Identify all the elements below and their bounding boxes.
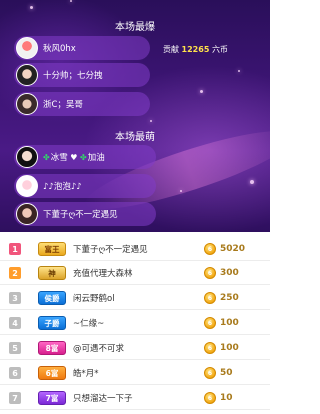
popular-user-2[interactable]: 十分帅；七分拽: [14, 63, 150, 87]
avatar: [16, 37, 38, 59]
user-name: 秋风0hx: [43, 44, 76, 54]
cute-user-3[interactable]: 下董子ღ不一定遇见: [14, 202, 156, 226]
contribution-summary: 贡献 12265 六币: [163, 44, 228, 55]
ranking-row-1[interactable]: 1 富王 下董子ღ不一定遇见 6 5020: [0, 238, 270, 261]
level-badge: 7富: [38, 391, 66, 405]
score-value: 100: [220, 318, 239, 328]
ranking-row-6[interactable]: 6 6富 皓*月* 6 50: [0, 362, 270, 385]
coin-icon: 6: [204, 243, 216, 255]
contribution-unit: 六币: [211, 45, 228, 54]
live-summary-panel: 本场最爆 秋风0hx 贡献 12265 六币 十分帅；七分拽 浙C；吴哥 本场最…: [0, 0, 270, 232]
sparkle: [150, 120, 152, 122]
user-name: ♪♪泡泡♪♪: [43, 182, 82, 192]
ranking-row-4[interactable]: 4 子爵 ~仁缘~ 6 100: [0, 312, 270, 335]
user-name: 浙C；吴哥: [43, 100, 83, 110]
sparkle: [238, 70, 240, 72]
user-name: 下董子ღ不一定遇见: [43, 210, 118, 220]
ranking-list: 1 富王 下董子ღ不一定遇见 6 5020 2 神 充值代理大森林 6 300 …: [0, 232, 270, 414]
level-badge: 8富: [38, 341, 66, 355]
score-value: 5020: [220, 244, 246, 254]
coin-icon: 6: [204, 267, 216, 279]
level-badge: 侯爵: [38, 291, 66, 305]
contribution-label: 贡献: [163, 45, 179, 54]
ranking-row-3[interactable]: 3 侯爵 闲云野鹤ol 6 250: [0, 287, 270, 310]
user-name: 十分帅；七分拽: [43, 71, 103, 81]
heart-icon: ♥: [67, 152, 80, 162]
user-name: 闲云野鹤ol: [73, 294, 115, 304]
ranking-row-7[interactable]: 7 7富 只想溜达一下子 6 10: [0, 387, 270, 410]
coin-icon: 6: [204, 367, 216, 379]
user-name: 冰雪: [50, 153, 68, 163]
coin-icon: 6: [204, 392, 216, 404]
popular-user-1[interactable]: 秋风0hx: [14, 36, 150, 60]
score-value: 300: [220, 268, 239, 278]
avatar: [16, 64, 38, 86]
user-name: @可遇不可求: [73, 344, 125, 354]
avatar: [16, 146, 38, 168]
clover-icon: ✤: [43, 152, 50, 162]
sparkle: [30, 6, 33, 9]
score-value: 10: [220, 393, 233, 403]
score-value: 50: [220, 368, 233, 378]
level-badge: 富王: [38, 242, 66, 256]
avatar: [16, 175, 38, 197]
popular-user-3[interactable]: 浙C；吴哥: [14, 92, 150, 116]
user-name: 下董子ღ不一定遇见: [73, 245, 148, 255]
rank-number: 4: [9, 317, 21, 329]
cute-section-title: 本场最萌: [115, 132, 155, 143]
rank-number: 6: [9, 367, 21, 379]
ranking-row-2[interactable]: 2 神 充值代理大森林 6 300: [0, 262, 270, 285]
avatar: [16, 93, 38, 115]
rank-number: 1: [9, 243, 21, 255]
cute-user-2[interactable]: ♪♪泡泡♪♪: [14, 174, 156, 198]
rank-number: 5: [9, 342, 21, 354]
ranking-row-5[interactable]: 5 8富 @可遇不可求 6 100: [0, 337, 270, 360]
rank-number: 3: [9, 292, 21, 304]
rank-number: 7: [9, 392, 21, 404]
popular-section-title: 本场最爆: [115, 22, 155, 33]
sparkle: [180, 190, 182, 192]
user-name: 皓*月*: [73, 369, 99, 379]
contribution-value: 12265: [181, 45, 210, 54]
rank-number: 2: [9, 267, 21, 279]
sparkle: [70, 0, 72, 2]
user-name: 只想溜达一下子: [73, 394, 133, 404]
level-badge: 6富: [38, 366, 66, 380]
coin-icon: 6: [204, 292, 216, 304]
level-badge: 子爵: [38, 316, 66, 330]
level-badge: 神: [38, 266, 66, 280]
user-name: ~仁缘~: [73, 319, 105, 329]
coin-icon: 6: [204, 342, 216, 354]
cute-user-1[interactable]: ✤ 冰雪 ♥ ✤ 加油: [14, 145, 156, 169]
clover-icon: ✤: [79, 152, 87, 162]
score-value: 100: [220, 343, 239, 353]
user-name: 充值代理大森林: [73, 269, 133, 279]
avatar: [16, 203, 38, 225]
sparkle: [250, 180, 254, 184]
sparkle: [200, 90, 203, 93]
user-suffix: 加油: [87, 153, 105, 163]
coin-icon: 6: [204, 317, 216, 329]
score-value: 250: [220, 293, 239, 303]
